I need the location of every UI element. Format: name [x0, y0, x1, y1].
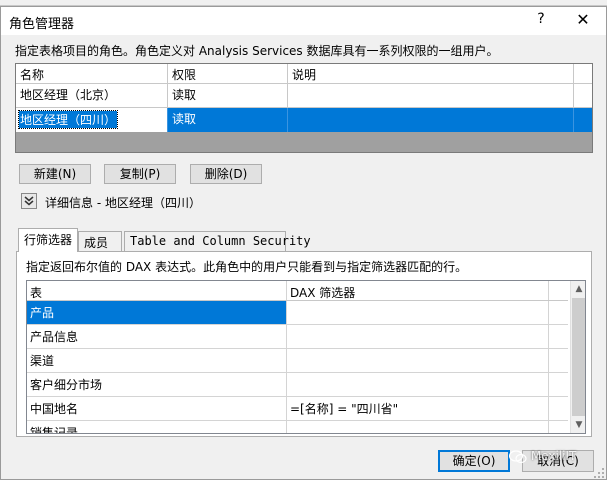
- filter-row[interactable]: 产品信息: [27, 325, 568, 349]
- filter-dax-cell[interactable]: =[名称] = "四川省": [287, 397, 549, 420]
- filter-table-cell[interactable]: 产品信息: [27, 325, 287, 348]
- filter-dax-cell[interactable]: [287, 301, 549, 324]
- role-description-cell[interactable]: [288, 108, 574, 132]
- filter-row-end: [549, 349, 568, 372]
- filter-dax-cell[interactable]: [287, 349, 549, 372]
- roles-grid[interactable]: 名称 权限 说明 地区经理（北京） 读取 地区经理（四川） 读取: [15, 63, 593, 153]
- filter-row-end: [549, 301, 568, 324]
- filter-row[interactable]: 渠道: [27, 349, 568, 373]
- column-header-name[interactable]: 名称: [16, 64, 168, 83]
- row-filters-grid[interactable]: 表 DAX 筛选器 产品 产品信息 渠道 客户细分市场 中国地名 =[名称] =…: [26, 280, 586, 434]
- double-chevron-down-icon: [24, 196, 34, 206]
- filter-dax-cell[interactable]: [287, 421, 549, 433]
- role-name-edit-cell[interactable]: 地区经理（四川）: [16, 108, 168, 132]
- cancel-button[interactable]: 取消(C): [522, 450, 594, 472]
- tab-members[interactable]: 成员: [78, 231, 122, 251]
- dialog-description: 指定表格项目的角色。角色定义对 Analysis Services 数据库具有一…: [15, 44, 499, 58]
- filter-row[interactable]: 销售记录: [27, 421, 568, 433]
- close-button[interactable]: ✕: [573, 10, 593, 30]
- filter-dax-cell[interactable]: [287, 373, 549, 396]
- column-header-permission[interactable]: 权限: [168, 64, 288, 83]
- filter-row-end: [549, 325, 568, 348]
- role-name-editor[interactable]: 地区经理（四川）: [17, 110, 119, 129]
- scrollbar-thumb[interactable]: [572, 298, 585, 416]
- resize-grip-icon[interactable]: [593, 467, 605, 479]
- role-permission-cell[interactable]: 读取: [168, 84, 288, 107]
- role-name-cell[interactable]: 地区经理（北京）: [16, 84, 168, 107]
- dialog-title: 角色管理器: [9, 17, 75, 32]
- role-permission-cell[interactable]: 读取: [168, 108, 288, 132]
- role-description-cell[interactable]: [288, 84, 574, 107]
- column-header-blank: [549, 281, 568, 300]
- filter-dax-cell[interactable]: [287, 325, 549, 348]
- title-bar: 角色管理器 ? ✕: [1, 7, 606, 35]
- scroll-up-arrow-icon[interactable]: ▲: [571, 281, 585, 297]
- filter-row-end: [549, 421, 568, 433]
- filter-table-cell[interactable]: 产品: [27, 301, 287, 324]
- tab-row-filters[interactable]: 行筛选器: [18, 228, 78, 252]
- roles-grid-header: 名称 权限 说明: [16, 64, 592, 84]
- filter-table-cell[interactable]: 销售记录: [27, 421, 287, 433]
- row-filters-header: 表 DAX 筛选器: [27, 281, 568, 301]
- copy-role-button[interactable]: 复制(P): [104, 164, 176, 184]
- role-row[interactable]: 地区经理（北京） 读取: [16, 84, 592, 108]
- details-label: 详细信息 - 地区经理（四川）: [45, 196, 201, 210]
- filter-row-end: [549, 397, 568, 420]
- filter-table-cell[interactable]: 渠道: [27, 349, 287, 372]
- vertical-scrollbar[interactable]: ▲ ▼: [570, 281, 585, 433]
- filter-table-cell[interactable]: 中国地名: [27, 397, 287, 420]
- new-role-button[interactable]: 新建(N): [19, 164, 91, 184]
- column-header-table[interactable]: 表: [27, 281, 287, 300]
- role-row-end: [574, 84, 592, 107]
- delete-role-button[interactable]: 删除(D): [190, 164, 262, 184]
- details-collapse-toggle[interactable]: [21, 193, 37, 209]
- scroll-down-arrow-icon[interactable]: ▼: [571, 417, 585, 433]
- role-manager-dialog: 角色管理器 ? ✕ 指定表格项目的角色。角色定义对 Analysis Servi…: [0, 6, 607, 480]
- help-button[interactable]: ?: [533, 11, 549, 31]
- column-header-description[interactable]: 说明: [288, 64, 574, 83]
- role-row-end: [574, 108, 592, 132]
- tab-table-column-security[interactable]: Table and Column Security: [124, 231, 311, 251]
- filter-row-end: [549, 373, 568, 396]
- ok-button[interactable]: 确定(O): [438, 450, 510, 472]
- column-header-dax-filter[interactable]: DAX 筛选器: [287, 281, 549, 300]
- filter-row[interactable]: 客户细分市场: [27, 373, 568, 397]
- role-row-selected[interactable]: 地区经理（四川） 读取: [16, 108, 592, 132]
- filter-row[interactable]: 中国地名 =[名称] = "四川省": [27, 397, 568, 421]
- filter-row-selected[interactable]: 产品: [27, 301, 568, 325]
- row-filters-panel: 指定返回布尔值的 DAX 表达式。此角色中的用户只能看到与指定筛选器匹配的行。 …: [16, 251, 592, 437]
- row-filters-description: 指定返回布尔值的 DAX 表达式。此角色中的用户只能看到与指定筛选器匹配的行。: [26, 260, 468, 274]
- filter-table-cell[interactable]: 客户细分市场: [27, 373, 287, 396]
- column-header-blank: [574, 64, 592, 83]
